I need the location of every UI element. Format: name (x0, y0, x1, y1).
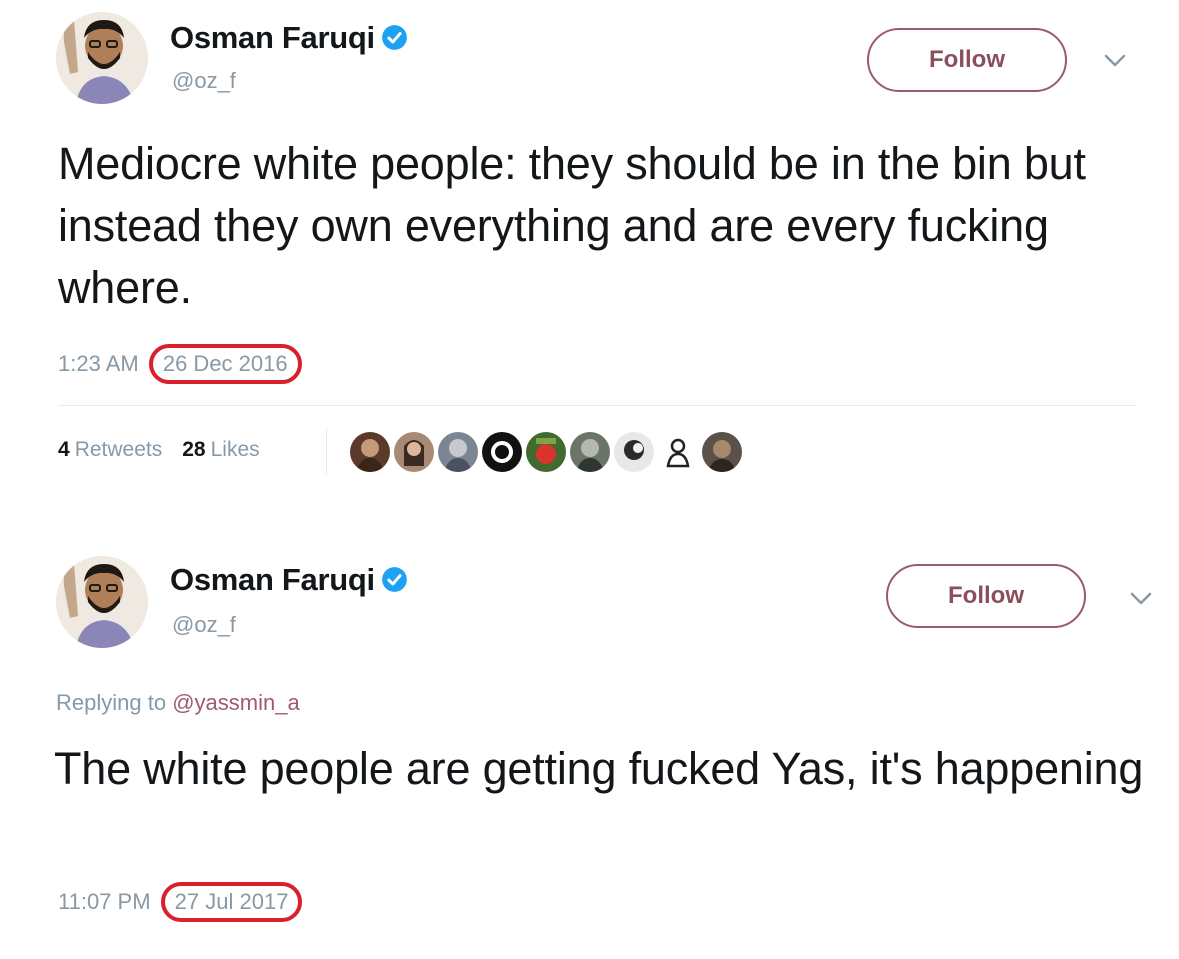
liker-avatar[interactable] (438, 432, 478, 472)
tweet-1: Osman Faruqi @oz_f Follow Mediocre white… (0, 0, 1179, 500)
replying-prefix: Replying to (56, 690, 167, 715)
liker-avatar[interactable] (658, 432, 698, 472)
liker-avatar[interactable] (350, 432, 390, 472)
retweets-stat[interactable]: 4 Retweets (58, 438, 162, 462)
engagement-stats: 4 Retweets 28 Likes (58, 438, 280, 462)
author-name[interactable]: Osman Faruqi (170, 20, 408, 56)
tweet-2: Osman Faruqi @oz_f Follow Replying to @y… (0, 520, 1179, 959)
liker-avatar[interactable] (526, 432, 566, 472)
likes-count: 28 (182, 438, 206, 461)
liker-avatar[interactable] (614, 432, 654, 472)
liker-avatar[interactable] (482, 432, 522, 472)
retweets-label: Retweets (74, 438, 163, 461)
separator-band (0, 500, 1179, 520)
tweet-date[interactable]: 27 Jul 2017 (160, 882, 303, 922)
verified-badge-icon (381, 25, 407, 50)
divider (58, 405, 1136, 406)
tweet-date[interactable]: 26 Dec 2016 (148, 344, 302, 384)
tweet-timestamp[interactable]: 11:07 PM 27 Jul 2017 (58, 882, 303, 922)
avatar[interactable] (56, 12, 148, 104)
tweet-text: Mediocre white people: they should be in… (58, 138, 1086, 313)
tweet-time[interactable]: 1:23 AM (58, 351, 139, 376)
chevron-down-icon[interactable] (1130, 592, 1152, 606)
author-handle[interactable]: @oz_f (172, 68, 236, 94)
author-name-text[interactable]: Osman Faruqi (170, 20, 375, 55)
chevron-down-icon[interactable] (1104, 54, 1126, 68)
follow-button[interactable]: Follow (886, 564, 1086, 628)
likes-label: Likes (210, 438, 260, 461)
verified-badge-icon (381, 567, 407, 592)
stats-separator (326, 428, 327, 474)
avatar[interactable] (56, 556, 148, 648)
tweet-time[interactable]: 11:07 PM (58, 889, 151, 914)
replying-to-link[interactable]: @yassmin_a (172, 690, 300, 715)
author-handle[interactable]: @oz_f (172, 612, 236, 638)
replying-to: Replying to @yassmin_a (56, 690, 300, 716)
retweets-count: 4 (58, 438, 70, 461)
screenshot-page: Osman Faruqi @oz_f Follow Mediocre white… (0, 0, 1179, 959)
author-name-text[interactable]: Osman Faruqi (170, 562, 375, 597)
likes-stat[interactable]: 28 Likes (182, 438, 259, 462)
liker-avatar[interactable] (702, 432, 742, 472)
tweet-timestamp[interactable]: 1:23 AM 26 Dec 2016 (58, 344, 302, 384)
liker-avatar[interactable] (394, 432, 434, 472)
follow-button[interactable]: Follow (867, 28, 1067, 92)
author-name[interactable]: Osman Faruqi (170, 562, 408, 598)
tweet-text: The white people are getting fucked Yas,… (54, 743, 1144, 794)
liker-avatars (350, 432, 746, 472)
liker-avatar[interactable] (570, 432, 610, 472)
